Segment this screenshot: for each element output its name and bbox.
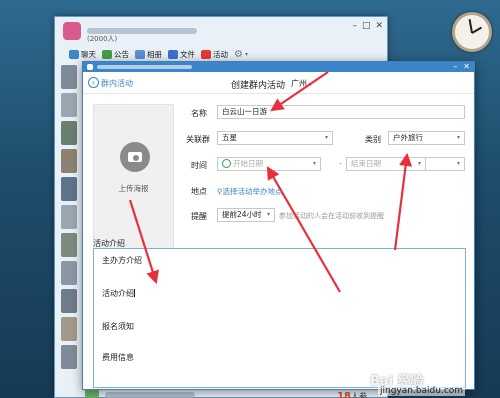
intro-line: 主办方介绍	[102, 256, 142, 265]
blurred-avatar	[61, 205, 77, 229]
chevron-down-icon: ▾	[456, 134, 460, 141]
baidu-jingyan-watermark: Bai 经验 jingyan.baidu.com	[350, 370, 498, 396]
choose-location-link[interactable]: ⚲选择活动举办地点	[217, 186, 283, 197]
time-label: 时间	[191, 161, 207, 170]
toolbar-file[interactable]: 文件	[168, 49, 195, 60]
toolbar-chat[interactable]: 聊天	[69, 49, 96, 60]
group-member-count: (2000人)	[87, 35, 118, 43]
location-label: 地点	[191, 187, 207, 196]
end-time-select[interactable]: ▾	[426, 157, 465, 171]
intro-line-with-cursor: 活动介绍	[102, 289, 135, 298]
camera-icon	[120, 142, 150, 172]
remind-select[interactable]: 提前24小时 ▾	[217, 208, 275, 222]
watermark-url: jingyan.baidu.com	[378, 386, 466, 396]
blurred-avatar	[61, 233, 77, 257]
folder-icon	[168, 49, 178, 59]
end-date-input[interactable]: 结束日期 ▾	[346, 157, 426, 171]
dialog-titlebar: – ✕	[83, 62, 474, 72]
category-select[interactable]: 户外旅行 ▾	[388, 131, 465, 145]
app-icon	[87, 64, 93, 70]
close-icon[interactable]: ✕	[463, 62, 470, 72]
minimize-icon[interactable]: –	[352, 21, 357, 31]
blurred-avatar	[61, 177, 77, 201]
intro-line: 费用信息	[102, 353, 134, 362]
group-select[interactable]: 五星 ▾	[217, 131, 333, 145]
dialog-nav-bar: ‹ 群内活动 创建群内活动 广州 ▾	[83, 72, 474, 94]
chat-avatar-column	[61, 65, 77, 387]
toolbar-notice[interactable]: 公告	[102, 49, 129, 60]
intro-line: 报名须知	[102, 322, 134, 331]
dialog-window-controls: – ✕	[453, 62, 470, 72]
create-activity-dialog: – ✕ ‹ 群内活动 创建群内活动 广州 ▾ 上传海报 名称 白云山一日游 关联群…	[82, 61, 475, 390]
chevron-down-icon: ▾	[266, 211, 270, 218]
activity-title-blurred	[105, 392, 195, 398]
remind-label: 提醒	[191, 212, 207, 221]
blurred-avatar	[61, 289, 77, 313]
start-time-select[interactable]: ▾	[295, 157, 321, 171]
chevron-down-icon: ▾	[417, 160, 421, 167]
date-range-dash: -	[339, 159, 342, 168]
chevron-down-icon: ▾	[312, 160, 316, 167]
close-icon[interactable]: ✕	[375, 21, 383, 31]
blurred-avatar	[61, 149, 77, 173]
group-label: 关联群	[186, 135, 210, 144]
city-selector[interactable]: 广州 ▾	[291, 78, 312, 89]
toolbar-settings[interactable]: ⚙ ▾	[234, 49, 248, 60]
toolbar-album[interactable]: 相册	[135, 49, 162, 60]
baidu-paw-logo	[350, 370, 366, 386]
intro-textarea[interactable]: 主办方介绍 活动介绍 报名须知 费用信息	[93, 248, 466, 388]
activity-preview-row	[85, 389, 377, 398]
back-arrow-icon[interactable]: ‹	[88, 77, 99, 88]
activity-thumbnail	[85, 389, 99, 398]
blurred-avatar	[61, 345, 77, 369]
chevron-down-icon: ▾	[309, 81, 313, 88]
chat-icon	[69, 49, 79, 59]
poster-upload-label: 上传海报	[118, 184, 149, 193]
blurred-avatar	[61, 317, 77, 341]
maximize-icon[interactable]: □	[362, 21, 371, 31]
name-input[interactable]: 白云山一日游	[217, 105, 465, 119]
remind-hint: 参加活动的人会在活动前收到提醒	[279, 212, 384, 220]
toolbar-activity[interactable]: 活动	[201, 49, 228, 60]
name-label: 名称	[191, 109, 207, 118]
blurred-avatar	[61, 121, 77, 145]
activity-flag-icon	[201, 49, 211, 59]
flag-icon	[102, 49, 112, 59]
gear-icon: ⚙	[234, 48, 243, 60]
chevron-down-icon: ▾	[456, 160, 460, 167]
dialog-heading: 创建群内活动	[231, 81, 286, 91]
blurred-avatar	[61, 65, 77, 89]
category-label: 类别	[365, 135, 381, 144]
clock-face	[452, 12, 492, 52]
blurred-avatar	[61, 261, 77, 285]
minimize-icon[interactable]: –	[453, 62, 457, 72]
blurred-avatar	[61, 93, 77, 117]
chevron-down-icon: ▾	[324, 134, 328, 141]
back-link[interactable]: 群内活动	[101, 78, 133, 89]
window-controls: – □ ✕	[352, 21, 383, 31]
album-icon	[135, 49, 145, 59]
dialog-title-blurred	[97, 65, 192, 69]
clock-icon	[222, 159, 231, 168]
group-avatar	[63, 22, 81, 40]
text-cursor	[134, 289, 135, 297]
